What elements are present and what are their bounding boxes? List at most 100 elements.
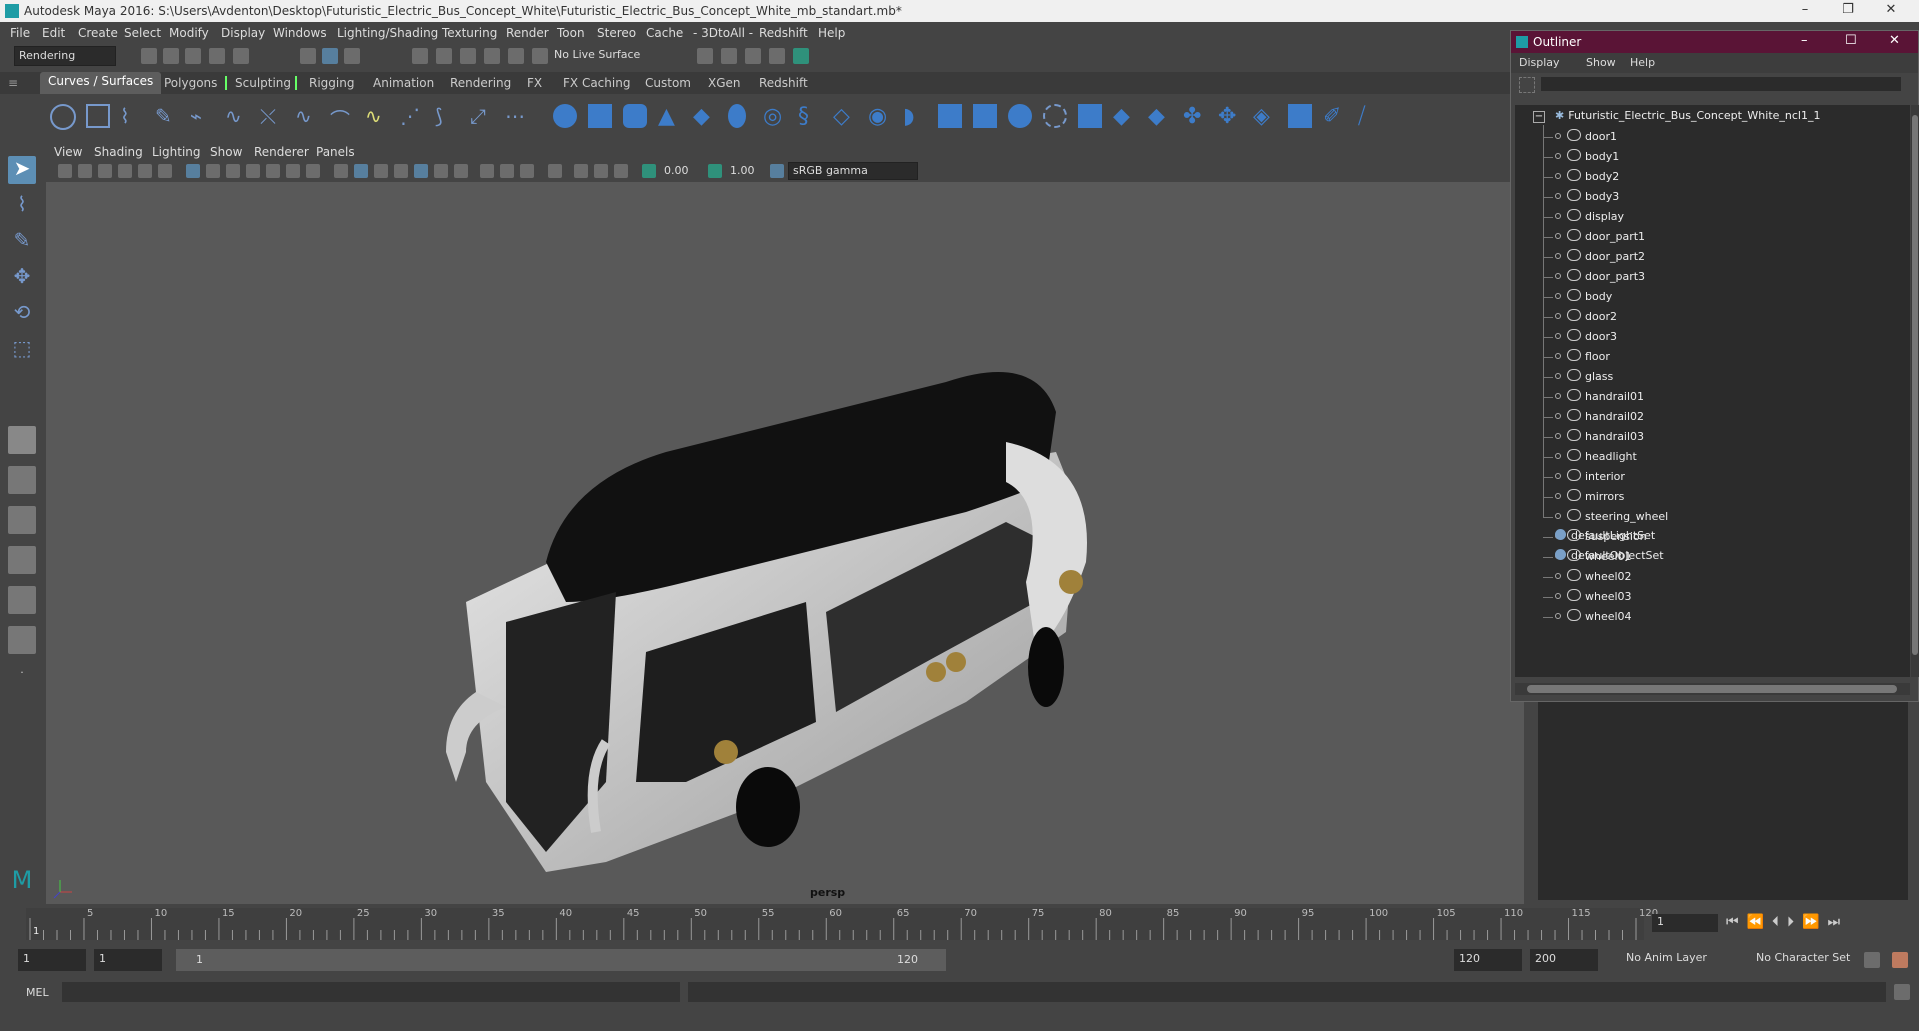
script-editor-icon[interactable] (1894, 984, 1910, 1000)
paint-select-icon[interactable]: ✎ (8, 228, 36, 256)
add-points-icon[interactable]: ⋯ (505, 104, 529, 128)
menu-modify[interactable]: Modify (169, 26, 209, 40)
tree-root[interactable]: − ✱ Futuristic_Electric_Bus_Concept_White_… (1533, 109, 1821, 127)
expand-dot-icon[interactable] (1555, 233, 1561, 239)
ipr-render-icon[interactable] (745, 48, 761, 64)
scroll-thumb[interactable] (1527, 685, 1897, 693)
outliner-minimize-icon[interactable]: – (1801, 33, 1808, 48)
outliner-item[interactable]: handrail01 (1555, 389, 1644, 407)
expand-dot-icon[interactable] (1555, 333, 1561, 339)
smooth-shade-icon[interactable] (354, 164, 368, 178)
playback-start-field[interactable]: 1 (94, 949, 162, 971)
menu-select[interactable]: Select (124, 26, 161, 40)
expand-dot-icon[interactable] (1555, 153, 1561, 159)
expand-dot-icon[interactable] (1555, 373, 1561, 379)
character-set-dropdown[interactable]: No Character Set (1752, 949, 1860, 971)
outliner-item[interactable]: door3 (1555, 329, 1617, 347)
nurbs-sphere-icon[interactable] (553, 104, 577, 128)
auto-key-icon[interactable] (1864, 952, 1880, 968)
outliner-item[interactable]: mirrors (1555, 489, 1624, 507)
snap-point-icon[interactable] (460, 48, 476, 64)
expand-dot-icon[interactable] (1555, 173, 1561, 179)
expand-dot-icon[interactable] (1555, 273, 1561, 279)
tab-fx-caching[interactable]: FX Caching (563, 76, 630, 90)
wireframe-on-shaded-icon[interactable] (374, 164, 388, 178)
nurbs-cylinder-icon[interactable] (623, 104, 647, 128)
expand-dot-icon[interactable] (1555, 253, 1561, 259)
nurbs-cone-icon[interactable]: ▲ (658, 104, 682, 129)
nurbs-circle-icon[interactable] (50, 104, 76, 130)
vp-menu-panels[interactable]: Panels (316, 145, 355, 159)
save-scene-icon[interactable] (185, 48, 201, 64)
menu-set-dropdown[interactable]: Rendering (14, 46, 116, 66)
gamma-field[interactable]: 1.00 (726, 162, 762, 180)
nurbs-cube-icon[interactable] (588, 104, 612, 128)
nurbs-square-icon[interactable] (86, 104, 110, 128)
step-back-frame-icon[interactable]: ⏴ (1772, 914, 1787, 930)
revolve-icon[interactable]: ◎ (763, 104, 787, 129)
vp-menu-shading[interactable]: Shading (94, 145, 143, 159)
step-back-key-icon[interactable]: ⏪ (1747, 914, 1772, 930)
outliner-menu-display[interactable]: Display (1519, 56, 1560, 69)
new-scene-icon[interactable] (141, 48, 157, 64)
outliner-menu-help[interactable]: Help (1630, 56, 1655, 69)
expand-dot-icon[interactable] (1555, 293, 1561, 299)
hypershade-layout-icon[interactable] (8, 586, 36, 614)
tab-redshift[interactable]: Redshift (759, 76, 808, 90)
nurbs-plane-icon[interactable]: ◆ (693, 104, 717, 129)
rebuild-curve-icon[interactable]: ⤢ (470, 104, 494, 128)
expand-dot-icon[interactable] (1555, 393, 1561, 399)
menu-toon[interactable]: Toon (557, 26, 585, 40)
tab-animation[interactable]: Animation (373, 76, 434, 90)
tab-polygons[interactable]: Polygons (164, 76, 217, 90)
snap-curve-icon[interactable] (436, 48, 452, 64)
camera-attributes-icon[interactable] (78, 164, 92, 178)
maximize-icon[interactable]: ❐ (1833, 2, 1863, 20)
expand-dot-icon[interactable] (1555, 473, 1561, 479)
untrim-icon[interactable]: ◆ (1148, 104, 1172, 129)
menu-help[interactable]: Help (818, 26, 845, 40)
tab-rendering[interactable]: Rendering (450, 76, 511, 90)
make-live-icon[interactable] (532, 48, 548, 64)
menu-windows[interactable]: Windows (273, 26, 327, 40)
safe-action-icon[interactable] (286, 164, 300, 178)
menu-render[interactable]: Render (506, 26, 549, 40)
outliner-filter-icon[interactable] (1519, 77, 1535, 93)
go-to-end-icon[interactable]: ⏭ (1827, 914, 1848, 930)
outliner-v-scrollbar[interactable] (1911, 105, 1919, 677)
exposure-icon[interactable] (642, 164, 656, 178)
menu-edit[interactable]: Edit (42, 26, 65, 40)
expand-dot-icon[interactable] (1555, 453, 1561, 459)
expand-dot-icon[interactable] (1555, 573, 1561, 579)
2d-pan-zoom-icon[interactable] (138, 164, 152, 178)
play-forward-icon[interactable]: ⏵ (1787, 914, 1802, 930)
outliner-item[interactable]: body (1555, 289, 1612, 307)
rebuild-surface-icon[interactable] (1288, 104, 1312, 128)
motion-blur-icon[interactable] (480, 164, 494, 178)
xray-joints-icon[interactable] (594, 164, 608, 178)
select-tool-icon[interactable]: ➤ (8, 156, 36, 184)
outliner-close-icon[interactable]: ✕ (1889, 33, 1900, 48)
grid-toggle-icon[interactable] (186, 164, 200, 178)
color-space-dropdown[interactable]: sRGB gamma (788, 162, 918, 180)
extend-curve-icon[interactable]: ⋰ (400, 104, 424, 128)
nurbs-torus-icon[interactable] (728, 104, 746, 128)
set-item[interactable]: defaultObjectSet (1555, 549, 1664, 567)
expand-dot-icon[interactable] (1555, 313, 1561, 319)
grease-pencil-icon[interactable] (158, 164, 172, 178)
step-forward-key-icon[interactable]: ⏩ (1802, 914, 1827, 930)
trim-tool-icon[interactable]: ◆ (1113, 104, 1137, 129)
single-perspective-layout-icon[interactable] (8, 426, 36, 454)
collapse-icon[interactable]: − (1533, 111, 1545, 123)
outliner-item[interactable]: wheel03 (1555, 589, 1632, 607)
insert-knot-icon[interactable]: ∿ (365, 104, 389, 128)
menu-cache[interactable]: Cache (646, 26, 683, 40)
outliner-item[interactable]: wheel04 (1555, 609, 1632, 627)
render-view-icon[interactable] (769, 48, 785, 64)
outliner-item[interactable]: door2 (1555, 309, 1617, 327)
animation-end-field[interactable]: 200 (1530, 949, 1598, 971)
expand-dot-icon[interactable] (1555, 133, 1561, 139)
scale-tool-icon[interactable]: ⬚ (8, 336, 36, 364)
animation-preferences-icon[interactable] (1892, 952, 1908, 968)
vp-menu-lighting[interactable]: Lighting (152, 145, 201, 159)
